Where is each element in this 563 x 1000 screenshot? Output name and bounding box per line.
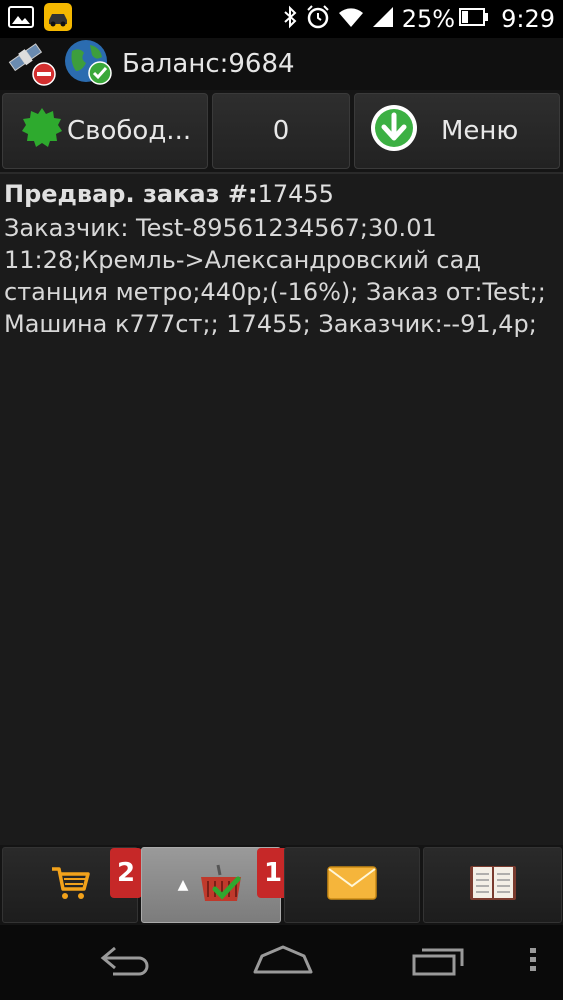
nav-overflow-menu-button[interactable] bbox=[518, 937, 548, 987]
order-panel[interactable]: Предвар. заказ #:17455 Заказчик: Test-89… bbox=[4, 178, 559, 340]
order-title: Предвар. заказ #:17455 bbox=[4, 178, 559, 210]
image-icon bbox=[8, 6, 34, 32]
balance-label: Баланс:9684 bbox=[122, 49, 295, 79]
order-counter-button[interactable]: 0 bbox=[212, 93, 350, 169]
tab-cart[interactable]: 2 bbox=[2, 847, 142, 923]
envelope-icon bbox=[327, 866, 377, 904]
order-title-label: Предвар. заказ #: bbox=[4, 180, 258, 208]
order-number: 17455 bbox=[257, 180, 334, 208]
tab-messages[interactable] bbox=[284, 847, 420, 923]
recents-icon bbox=[412, 944, 468, 980]
signal-icon bbox=[372, 6, 394, 32]
cart-count-badge: 2 bbox=[110, 848, 142, 898]
menu-button[interactable]: Меню bbox=[354, 93, 560, 169]
battery-percent: 25% bbox=[401, 5, 456, 33]
status-bar: 25% 9:29 bbox=[0, 0, 563, 38]
expand-arrow-icon: ▲ bbox=[177, 877, 189, 893]
globe-ok-icon[interactable] bbox=[62, 37, 114, 91]
driver-status-button[interactable]: Свобод... bbox=[2, 93, 208, 169]
order-counter-value: 0 bbox=[272, 116, 290, 146]
back-arrow-icon bbox=[97, 944, 153, 980]
app-header: Баланс:9684 bbox=[0, 38, 563, 90]
tab-accepted-orders[interactable]: ▲ 1 bbox=[141, 847, 289, 923]
cart-icon bbox=[50, 865, 90, 905]
bluetooth-icon bbox=[282, 5, 298, 33]
nav-home-button[interactable] bbox=[245, 937, 320, 987]
nav-back-button[interactable] bbox=[90, 937, 160, 987]
basket-check-icon bbox=[198, 861, 244, 909]
home-icon bbox=[252, 944, 314, 980]
driver-status-label: Свобод... bbox=[67, 116, 192, 146]
system-nav-bar bbox=[0, 925, 563, 1000]
nav-recents-button[interactable] bbox=[405, 937, 475, 987]
wifi-icon bbox=[338, 6, 364, 32]
clock-time: 9:29 bbox=[501, 5, 555, 33]
order-details: Заказчик: Test-89561234567;30.01 11:28;К… bbox=[4, 214, 546, 338]
alarm-icon bbox=[306, 5, 330, 33]
book-icon bbox=[469, 863, 517, 907]
satellite-off-icon[interactable] bbox=[6, 38, 58, 90]
battery-icon bbox=[459, 7, 489, 31]
toolbar: Свобод... 0 Меню bbox=[0, 90, 563, 174]
arrow-down-circle-icon bbox=[369, 103, 419, 160]
tab-journal[interactable] bbox=[423, 847, 562, 923]
status-green-badge-icon bbox=[21, 107, 63, 156]
bottom-tab-bar: 2 ▲ 1 bbox=[0, 845, 563, 925]
more-vert-icon bbox=[529, 946, 537, 978]
menu-label: Меню bbox=[441, 116, 519, 146]
taxi-app-icon bbox=[44, 3, 72, 35]
